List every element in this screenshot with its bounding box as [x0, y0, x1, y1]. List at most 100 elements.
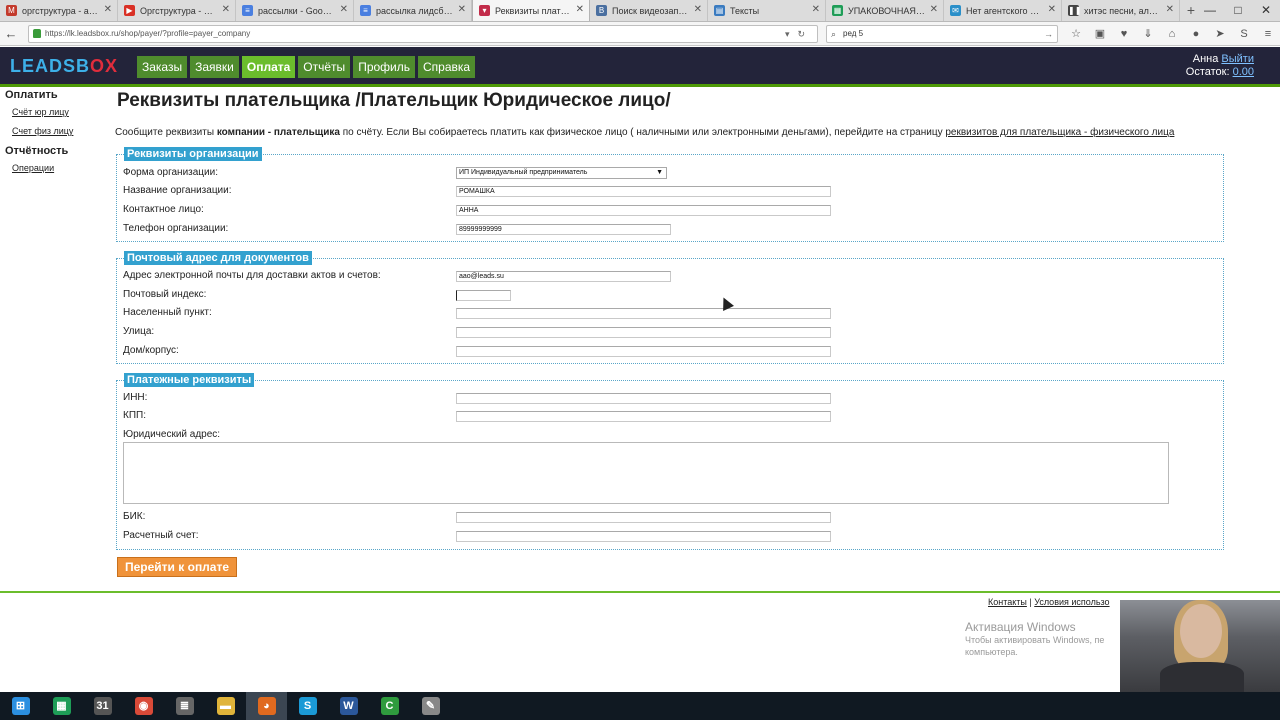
browser-tab[interactable]: ≡ рассылки - Googl... ✕ — [236, 0, 354, 21]
reading-list-icon[interactable]: ▣ — [1088, 25, 1112, 43]
account-input[interactable] — [456, 531, 831, 542]
close-tab-icon[interactable]: ✕ — [930, 4, 938, 15]
close-tab-icon[interactable]: ✕ — [1166, 4, 1174, 15]
close-tab-icon[interactable]: ✕ — [222, 4, 230, 15]
close-tab-icon[interactable]: ✕ — [812, 4, 820, 15]
menu-item[interactable]: Заявки — [190, 56, 239, 78]
chevron-down-icon: ▼ — [656, 169, 663, 176]
close-tab-icon[interactable]: ✕ — [694, 4, 702, 15]
inn-input[interactable] — [456, 393, 831, 404]
city-input[interactable] — [456, 308, 831, 319]
close-tab-icon[interactable]: ✕ — [576, 4, 584, 15]
logo-text: LEADSB — [10, 56, 91, 76]
network-icon-glyph: ≣ — [175, 697, 194, 715]
pocket-icon[interactable]: ♥ — [1112, 25, 1136, 43]
calendar-app-icon[interactable]: 31 — [82, 692, 123, 720]
menu-icon[interactable]: ≡ — [1256, 25, 1280, 43]
tab-label: Поиск видеозапис... — [612, 5, 689, 16]
menu-item[interactable]: Справка — [418, 56, 476, 78]
firefox-icon[interactable]: ◕ — [246, 692, 287, 720]
browser-tab[interactable]: ▦ УПАКОВОЧНАЯ ... ✕ — [826, 0, 944, 21]
search-bar[interactable]: ⌕ ред 5 → — [826, 25, 1058, 43]
bookmark-star-icon[interactable]: ☆ — [1064, 25, 1088, 43]
camtasia-icon[interactable]: C — [369, 692, 410, 720]
back-icon[interactable]: ← — [0, 26, 22, 41]
tab-label: Реквизиты плател... — [495, 5, 571, 16]
maximize-icon[interactable]: □ — [1224, 0, 1252, 22]
house-input[interactable] — [456, 346, 831, 357]
url-bar[interactable]: https://lk.leadsbox.ru/shop/payer/?profi… — [28, 25, 818, 43]
menu-item[interactable]: Профиль — [353, 56, 415, 78]
word-icon[interactable]: W — [328, 692, 369, 720]
skype-icon[interactable]: S — [287, 692, 328, 720]
download-icon[interactable]: ⇓ — [1136, 25, 1160, 43]
calendar-app-icon-glyph: 31 — [93, 697, 112, 715]
browser-tab[interactable]: ≡ рассылка лидсбо... ✕ — [354, 0, 472, 21]
individual-payer-link[interactable]: реквизитов для плательщика - физического… — [945, 127, 1174, 138]
close-tab-icon[interactable]: ✕ — [1048, 4, 1056, 15]
skype-toolbar-icon[interactable]: S — [1232, 25, 1256, 43]
legal-address-textarea[interactable] — [123, 442, 1169, 504]
logo-text-accent: OX — [90, 56, 119, 76]
sidenav-item-invoice-person[interactable]: Счет физ лицу — [12, 126, 105, 136]
sidenav-item-operations[interactable]: Операции — [12, 163, 105, 173]
bik-input[interactable] — [456, 512, 831, 523]
menu-item[interactable]: Оплата — [241, 56, 296, 78]
browser-tab[interactable]: ▾ Реквизиты плател... ✕ — [472, 0, 590, 21]
org-name-input[interactable]: РОМАШКА — [456, 186, 831, 197]
site-header: LEADSBOX Заказы Заявки Оплата Отчёты Профиль… — [0, 47, 1280, 87]
label-inn: ИНН: — [123, 392, 148, 403]
sidenav-item-invoice-company[interactable]: Счёт юр лицу — [12, 107, 105, 117]
label-org-name: Название организации: — [123, 185, 232, 196]
contacts-link[interactable]: Контакты — [988, 597, 1027, 607]
kpp-input[interactable] — [456, 411, 831, 422]
tab-label: хитэс песни, альб... — [1084, 5, 1161, 16]
terms-link[interactable]: Условия использо — [1034, 597, 1109, 607]
org-form-select[interactable]: ИП Индивидуальный предприниматель ▼ — [456, 167, 667, 179]
reload-icon[interactable]: ▾↻ — [785, 26, 813, 42]
street-input[interactable] — [456, 327, 831, 338]
balance-label: Остаток: — [1185, 66, 1230, 78]
user-name: Анна — [1192, 53, 1219, 65]
chat-icon[interactable]: ● — [1184, 25, 1208, 43]
windows-start-icon[interactable]: ⊞ — [0, 692, 41, 720]
contact-input[interactable]: АННА — [456, 205, 831, 216]
settings-app-icon[interactable]: ✎ — [410, 692, 451, 720]
close-icon[interactable]: ✕ — [1252, 0, 1280, 22]
browser-tab[interactable]: B Поиск видеозапис... ✕ — [590, 0, 708, 21]
chrome-icon[interactable]: ◉ — [123, 692, 164, 720]
close-tab-icon[interactable]: ✕ — [104, 4, 112, 15]
menu-item[interactable]: Заказы — [137, 56, 188, 78]
label-zip: Почтовый индекс: — [123, 289, 207, 300]
calculator-icon[interactable]: ▦ — [41, 692, 82, 720]
home-icon[interactable]: ⌂ — [1160, 25, 1184, 43]
tab-label: Нет агентского ка... — [966, 5, 1043, 16]
browser-tab[interactable]: ▤ Тексты ✕ — [708, 0, 826, 21]
label-contact: Контактное лицо: — [123, 204, 204, 215]
footer-links: Контакты | Условия использо — [988, 597, 1110, 607]
close-tab-icon[interactable]: ✕ — [458, 4, 466, 15]
browser-tab[interactable]: ❚❚ хитэс песни, альб... ✕ — [1062, 0, 1180, 21]
windows-activation-watermark: Активация Windows Чтобы активировать Win… — [965, 620, 1125, 658]
browser-tab[interactable]: ✉ Нет агентского ка... ✕ — [944, 0, 1062, 21]
label-account: Расчетный счет: — [123, 530, 199, 541]
menu-item[interactable]: Отчёты — [298, 56, 351, 78]
minimize-icon[interactable]: — — [1196, 0, 1224, 22]
balance-link[interactable]: 0.00 — [1233, 66, 1254, 78]
proceed-to-payment-button[interactable]: Перейти к оплате — [117, 557, 238, 577]
phone-input[interactable]: 89999999999 — [456, 224, 671, 235]
email-input[interactable]: aao@leads.su — [456, 271, 671, 282]
zip-input[interactable] — [456, 290, 511, 301]
send-icon[interactable]: ➤ — [1208, 25, 1232, 43]
browser-tab[interactable]: ▶ Оргструктура - Go... ✕ — [118, 0, 236, 21]
arrow-right-icon[interactable]: → — [1044, 26, 1053, 42]
leadsbox-logo[interactable]: LEADSBOX — [10, 56, 118, 77]
tab-label: рассылки - Googl... — [258, 5, 335, 16]
folder-icon[interactable]: ▬ — [205, 692, 246, 720]
logout-link[interactable]: Выйти — [1221, 53, 1254, 65]
browser-tab[interactable]: Mоргструктура - ао... ✕ — [0, 0, 118, 21]
label-street: Улица: — [123, 326, 155, 337]
network-icon[interactable]: ≣ — [164, 692, 205, 720]
label-phone: Телефон организации: — [123, 223, 229, 234]
close-tab-icon[interactable]: ✕ — [340, 4, 348, 15]
